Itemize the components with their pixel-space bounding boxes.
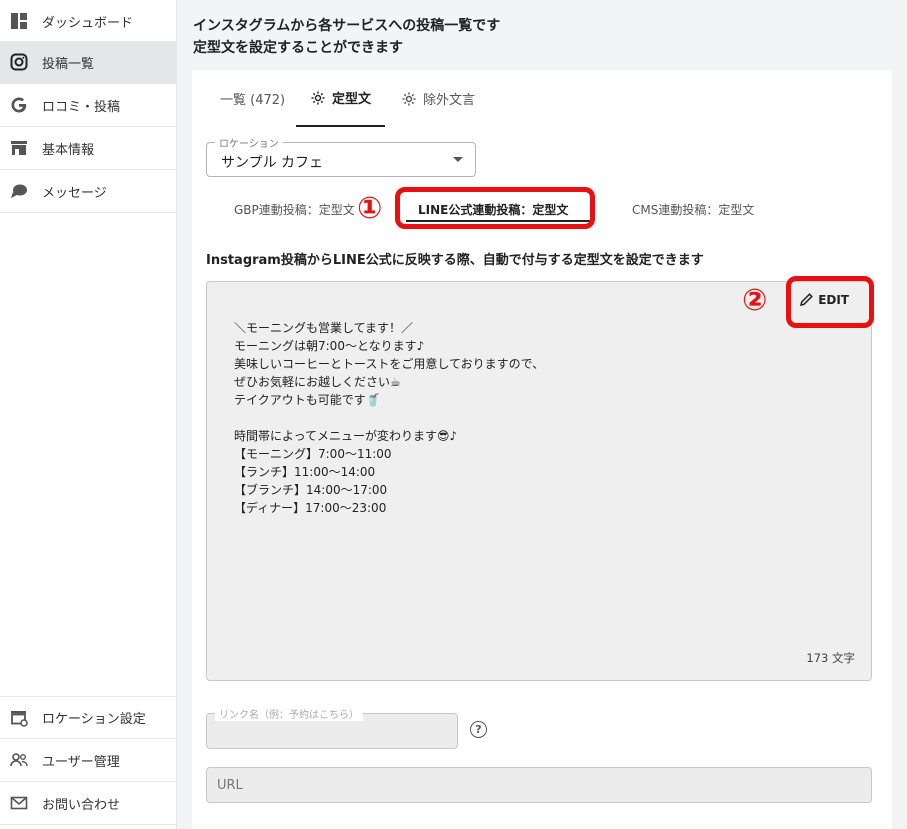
subtab-label: CMS連動投稿：定型文 — [632, 202, 755, 217]
sidebar-item-location-settings[interactable]: ロケーション設定 — [0, 696, 177, 739]
help-icon-glyph: ? — [475, 723, 482, 736]
template-settings-card: 一覧 (472) 定型文 除外文言 ロケーション サンプル カフェ GBP連動投… — [192, 70, 892, 829]
mail-icon — [9, 793, 29, 813]
template-line: 時間帯によってメニューが変わります😎♪ — [234, 429, 458, 443]
page-description-line1: インスタグラムから各サービスへの投稿一覧です — [193, 18, 501, 34]
sidebar: ダッシュボード 投稿一覧 ロコミ・投稿 基本情報 メッセージ ロケーション設定 — [0, 0, 177, 829]
sidebar-item-dashboard[interactable]: ダッシュボード — [0, 0, 177, 43]
sidebar-item-contact[interactable]: お問い合わせ — [0, 782, 177, 825]
template-text-area[interactable]: ＼モーニングも営業してます！／ モーニングは朝7:00〜となります♪ 美味しいコ… — [206, 281, 872, 681]
google-icon — [9, 95, 29, 115]
template-text: ＼モーニングも営業してます！／ モーニングは朝7:00〜となります♪ 美味しいコ… — [234, 319, 544, 517]
store-settings-icon — [9, 708, 29, 728]
help-icon[interactable]: ? — [470, 721, 487, 738]
url-field[interactable]: URL — [206, 767, 872, 803]
sidebar-item-basic-info[interactable]: 基本情報 — [0, 127, 177, 170]
sidebar-item-messages[interactable]: メッセージ — [0, 170, 177, 213]
sidebar-item-label: ロケーション設定 — [42, 712, 146, 727]
template-line: 【ランチ】11:00〜14:00 — [234, 465, 376, 479]
location-select[interactable]: ロケーション サンプル カフェ — [206, 135, 476, 177]
annotation-marker-1: ① — [357, 191, 383, 226]
tab-bar: 一覧 (472) 定型文 除外文言 — [192, 70, 892, 127]
sidebar-item-reviews[interactable]: ロコミ・投稿 — [0, 84, 177, 127]
location-legend: ロケーション — [215, 135, 283, 150]
link-name-field[interactable]: リンク名（例：予約はこちら） — [206, 706, 458, 749]
subtab-label: GBP連動投稿：定型文 — [234, 202, 355, 217]
template-line: 【ブランチ】14:00〜17:00 — [234, 483, 388, 497]
template-line — [234, 409, 544, 427]
sidebar-item-label: お問い合わせ — [42, 797, 121, 813]
annotation-marker-2: ② — [742, 283, 768, 318]
highlight-box-line-tab — [395, 187, 595, 229]
sidebar-item-label: メッセージ — [42, 185, 107, 201]
gear-icon — [402, 92, 416, 105]
chat-icon — [9, 181, 29, 201]
location-value: サンプル カフェ — [221, 155, 324, 171]
url-placeholder: URL — [217, 778, 243, 793]
template-line: 【モーニング】7:00〜11:00 — [234, 447, 392, 461]
sidebar-item-label: 投稿一覧 — [42, 56, 95, 72]
template-line: モーニングは朝7:00〜となります♪ — [234, 339, 425, 353]
template-description: Instagram投稿からLINE公式に反映する際、自動で付与する定型文を設定で… — [206, 253, 704, 268]
sidebar-item-label: ダッシュボード — [42, 15, 134, 31]
store-icon — [9, 138, 29, 158]
link-name-legend: リンク名（例：予約はこちら） — [215, 706, 363, 721]
template-line: テイクアウトも可能です🥤 — [234, 393, 381, 407]
subtab-cms[interactable]: CMS連動投稿：定型文 — [632, 192, 754, 226]
tab-label: 除外文言 — [423, 93, 476, 108]
subtab-gbp[interactable]: GBP連動投稿：定型文 — [234, 192, 355, 226]
tab-exclusion-words[interactable]: 除外文言 — [401, 70, 475, 127]
sidebar-item-label: 基本情報 — [42, 142, 95, 158]
tab-templates[interactable]: 定型文 — [296, 70, 386, 127]
dashboard-icon — [9, 11, 29, 31]
gear-icon — [311, 91, 325, 104]
character-count: 173 文字 — [806, 651, 855, 665]
tab-label: 定型文 — [332, 92, 372, 107]
tab-list[interactable]: 一覧 (472) — [220, 70, 285, 127]
template-line: ぜひお気軽にお越しください☕ — [234, 375, 401, 389]
sidebar-item-posts[interactable]: 投稿一覧 — [0, 41, 177, 84]
page-description-line2: 定型文を設定することができます — [193, 40, 403, 56]
highlight-box-edit — [786, 276, 874, 328]
sidebar-item-user-management[interactable]: ユーザー管理 — [0, 739, 177, 782]
tab-label: 一覧 (472) — [220, 93, 286, 108]
users-icon — [9, 750, 29, 770]
sidebar-item-label: ロコミ・投稿 — [42, 99, 121, 115]
sidebar-item-label: ユーザー管理 — [42, 754, 120, 770]
instagram-icon — [9, 52, 29, 72]
template-line: ＼モーニングも営業してます！／ — [234, 321, 414, 335]
dropdown-arrow-icon — [453, 157, 463, 162]
template-line: 【ディナー】17:00〜23:00 — [234, 501, 387, 515]
template-line: 美味しいコーヒーとトーストをご用意しておりますので、 — [234, 357, 545, 371]
